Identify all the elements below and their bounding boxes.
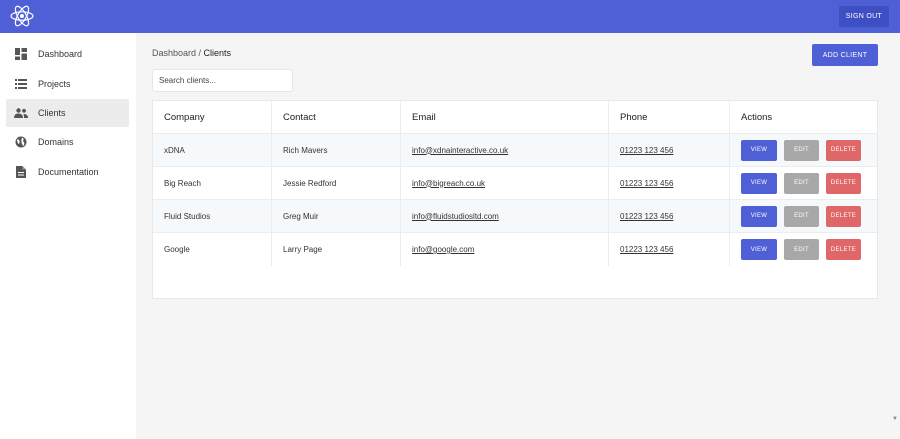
phone-link[interactable]: 01223 123 456 xyxy=(620,179,673,188)
sidebar: Dashboard Projects Clients Domains Docum… xyxy=(0,33,136,439)
company-cell: xDNA xyxy=(164,145,185,155)
sidebar-item-documentation[interactable]: Documentation xyxy=(6,158,129,186)
phone-cell: 01223 123 456 xyxy=(608,167,729,199)
email-link[interactable]: info@xdnainteractive.co.uk xyxy=(412,146,508,155)
contact-cell: Jessie Redford xyxy=(271,167,400,199)
phone-link[interactable]: 01223 123 456 xyxy=(620,245,673,254)
edit-button[interactable]: EDIT xyxy=(784,239,819,260)
column-header-phone: Phone xyxy=(608,101,729,133)
sidebar-item-projects[interactable]: Projects xyxy=(6,70,129,98)
document-icon xyxy=(14,165,28,179)
view-button[interactable]: VIEW xyxy=(741,139,777,161)
breadcrumb-parent[interactable]: Dashboard xyxy=(152,48,196,58)
phone-link[interactable]: 01223 123 456 xyxy=(620,212,673,221)
table-row: xDNA Rich Mavers info@xdnainteractive.co… xyxy=(153,134,877,167)
table-row: Fluid Studios Greg Muir info@fluidstudio… xyxy=(153,200,877,233)
people-icon xyxy=(14,106,28,120)
sign-out-button[interactable]: SIGN OUT xyxy=(838,6,889,27)
email-cell: info@xdnainteractive.co.uk xyxy=(400,134,608,166)
email-cell: info@fluidstudiosltd.com xyxy=(400,200,608,232)
add-client-button[interactable]: ADD CLIENT xyxy=(812,44,878,66)
table-header-row: Company Contact Email Phone Actions xyxy=(153,101,877,134)
edit-button[interactable]: EDIT xyxy=(784,139,819,161)
sidebar-item-label: Domains xyxy=(38,137,74,147)
actions-cell: VIEW EDIT DELETE xyxy=(729,233,877,266)
company-cell: Google xyxy=(164,245,190,254)
column-header-contact: Contact xyxy=(271,101,400,133)
react-atom-icon[interactable] xyxy=(9,3,35,29)
sidebar-item-domains[interactable]: Domains xyxy=(6,128,129,156)
company-cell: Big Reach xyxy=(164,178,201,188)
email-link[interactable]: info@fluidstudiosltd.com xyxy=(412,212,499,221)
delete-button[interactable]: DELETE xyxy=(826,239,861,260)
dashboard-icon xyxy=(14,47,28,61)
phone-link[interactable]: 01223 123 456 xyxy=(620,146,673,155)
contact-cell: Greg Muir xyxy=(271,200,400,232)
column-header-actions: Actions xyxy=(729,101,877,133)
phone-cell: 01223 123 456 xyxy=(608,200,729,232)
company-cell: Fluid Studios xyxy=(164,211,211,221)
contact-cell: Larry Page xyxy=(271,233,400,266)
delete-button[interactable]: DELETE xyxy=(826,139,861,161)
email-link[interactable]: info@bigreach.co.uk xyxy=(412,179,485,188)
actions-cell: VIEW EDIT DELETE xyxy=(729,200,877,232)
delete-button[interactable]: DELETE xyxy=(826,205,861,227)
sidebar-item-label: Dashboard xyxy=(38,49,83,59)
view-button[interactable]: VIEW xyxy=(741,239,777,260)
email-cell: info@google.com xyxy=(400,233,608,266)
sidebar-item-label: Clients xyxy=(38,108,66,118)
email-link[interactable]: info@google.com xyxy=(412,245,474,254)
breadcrumb-current: Clients xyxy=(203,48,232,58)
phone-cell: 01223 123 456 xyxy=(608,233,729,266)
view-button[interactable]: VIEW xyxy=(741,205,777,227)
actions-cell: VIEW EDIT DELETE xyxy=(729,134,877,166)
table-row: Big Reach Jessie Redford info@bigreach.c… xyxy=(153,167,877,200)
table-row: Google Larry Page info@google.com 01223 … xyxy=(153,233,877,266)
edit-button[interactable]: EDIT xyxy=(784,205,819,227)
top-app-bar: SIGN OUT xyxy=(0,0,900,33)
column-header-email: Email xyxy=(400,101,608,133)
list-icon xyxy=(14,77,28,91)
scroll-down-arrow-icon[interactable]: ▼ xyxy=(892,416,898,422)
sidebar-item-label: Projects xyxy=(38,79,71,89)
breadcrumb-separator: / xyxy=(196,48,204,58)
edit-button[interactable]: EDIT xyxy=(784,172,819,194)
sidebar-item-dashboard[interactable]: Dashboard xyxy=(6,40,129,68)
sidebar-item-label: Documentation xyxy=(38,167,99,177)
contact-cell: Rich Mavers xyxy=(271,134,400,166)
sidebar-item-clients[interactable]: Clients xyxy=(6,99,129,127)
search-input[interactable] xyxy=(152,69,293,92)
breadcrumb: Dashboard / Clients xyxy=(152,48,231,58)
email-cell: info@bigreach.co.uk xyxy=(400,167,608,199)
main-content: Dashboard / Clients ADD CLIENT Company C… xyxy=(136,33,900,439)
actions-cell: VIEW EDIT DELETE xyxy=(729,167,877,199)
delete-button[interactable]: DELETE xyxy=(826,172,861,194)
clients-table: Company Contact Email Phone Actions xDNA… xyxy=(152,100,878,299)
view-button[interactable]: VIEW xyxy=(741,172,777,194)
column-header-company: Company xyxy=(164,111,205,123)
phone-cell: 01223 123 456 xyxy=(608,134,729,166)
globe-icon xyxy=(14,135,28,149)
